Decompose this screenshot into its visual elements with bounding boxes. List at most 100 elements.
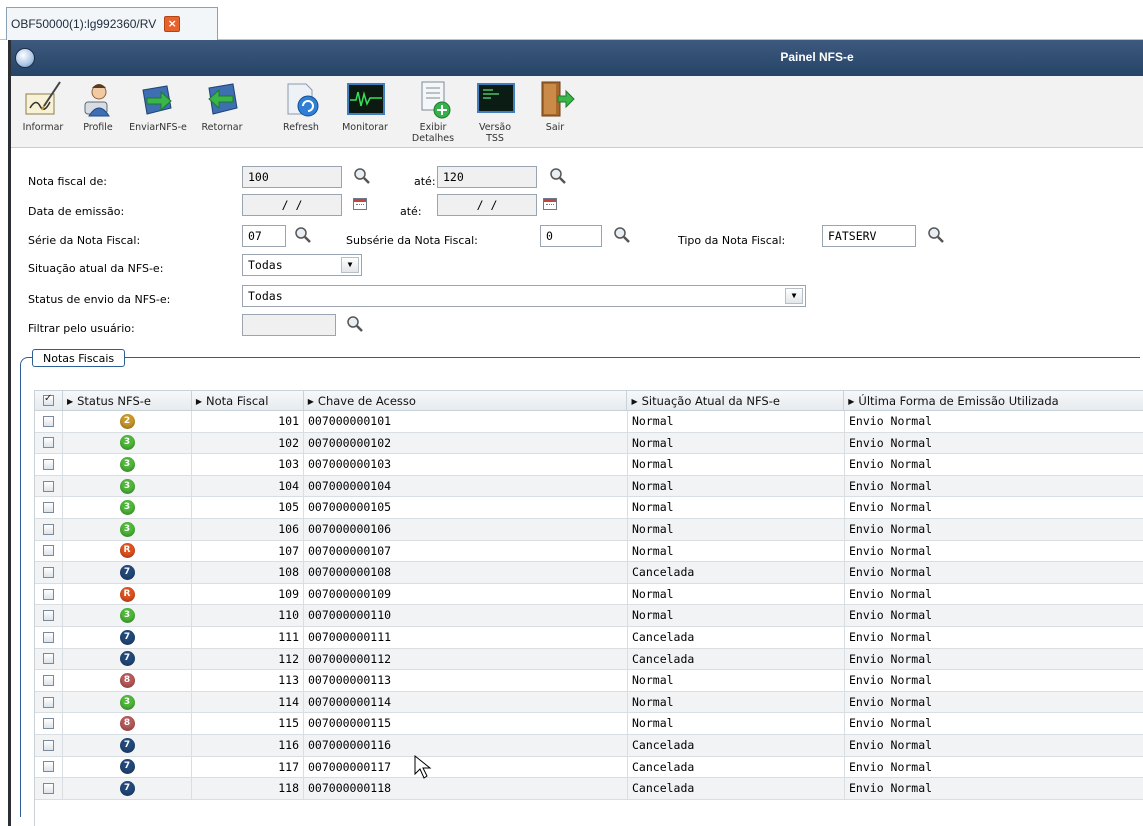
status-envio-select[interactable]: Todas ▼ xyxy=(242,285,806,307)
row-checkbox[interactable] xyxy=(43,782,54,794)
table-row[interactable]: R 109 007000000109 Normal Envio Normal xyxy=(35,583,1143,606)
row-select-cell[interactable] xyxy=(35,411,63,432)
situacao-cell: Cancelada xyxy=(628,756,845,778)
status-cell: 7 xyxy=(63,734,192,756)
status-cell: 7 xyxy=(63,778,192,799)
row-checkbox[interactable] xyxy=(43,761,54,773)
subserie-input[interactable]: 0 xyxy=(540,225,602,247)
row-checkbox[interactable] xyxy=(43,523,54,535)
search-icon[interactable] xyxy=(613,226,631,244)
search-icon[interactable] xyxy=(346,315,364,333)
row-checkbox[interactable] xyxy=(43,674,54,686)
row-checkbox[interactable] xyxy=(43,502,54,514)
row-select-cell[interactable] xyxy=(35,734,63,756)
nota-cell: 107 xyxy=(192,540,304,562)
col-status[interactable]: ▶ Status NFS-e xyxy=(63,391,192,410)
row-select-cell[interactable] xyxy=(35,756,63,778)
status-cell: 3 xyxy=(63,454,192,475)
status-cell: 3 xyxy=(63,475,192,497)
nota-cell: 116 xyxy=(192,734,304,756)
select-all-checkbox[interactable] xyxy=(42,393,54,406)
row-checkbox[interactable] xyxy=(43,545,54,557)
row-select-cell[interactable] xyxy=(35,454,63,475)
situacao-select[interactable]: Todas ▼ xyxy=(242,254,362,276)
row-select-cell[interactable] xyxy=(35,778,63,799)
table-row[interactable]: 3 106 007000000106 Normal Envio Normal xyxy=(35,518,1143,541)
calendar-icon[interactable] xyxy=(543,198,557,210)
usuario-input[interactable] xyxy=(242,314,336,336)
nota-fiscal-de-label: Nota fiscal de: xyxy=(28,175,107,188)
row-select-cell[interactable] xyxy=(35,648,63,670)
nota-fiscal-de-input[interactable]: 100 xyxy=(242,166,342,188)
row-checkbox[interactable] xyxy=(43,480,54,492)
row-checkbox[interactable] xyxy=(43,610,54,622)
table-row[interactable]: 7 111 007000000111 Cancelada Envio Normal xyxy=(35,626,1143,649)
tipo-input[interactable]: FATSERV xyxy=(822,225,916,247)
nota-cell: 111 xyxy=(192,626,304,648)
group-title: Notas Fiscais xyxy=(32,349,126,367)
search-icon[interactable] xyxy=(549,167,567,185)
table-row[interactable]: R 107 007000000107 Normal Envio Normal xyxy=(35,540,1143,563)
row-select-cell[interactable] xyxy=(35,562,63,583)
row-select-cell[interactable] xyxy=(35,583,63,605)
row-checkbox[interactable] xyxy=(43,653,54,665)
row-checkbox[interactable] xyxy=(43,718,54,730)
subserie-label: Subsérie da Nota Fiscal: xyxy=(346,234,478,247)
status-badge: 3 xyxy=(119,521,135,537)
situacao-cell: Cancelada xyxy=(628,626,845,648)
col-chave-acesso[interactable]: ▶ Chave de Acesso xyxy=(304,391,628,410)
situacao-value: Todas xyxy=(248,258,283,272)
sort-arrow-icon: ▶ xyxy=(195,397,203,406)
search-icon[interactable] xyxy=(927,226,945,244)
data-emissao-de-input[interactable]: / / xyxy=(242,194,342,216)
table-row[interactable]: 8 113 007000000113 Normal Envio Normal xyxy=(35,670,1143,692)
table-row[interactable]: 7 108 007000000108 Cancelada Envio Normal xyxy=(35,562,1143,584)
row-checkbox[interactable] xyxy=(43,739,54,751)
row-select-cell[interactable] xyxy=(35,540,63,562)
forma-cell: Envio Normal xyxy=(849,543,933,558)
table-row[interactable]: 2 101 007000000101 Normal Envio Normal xyxy=(35,411,1143,433)
row-select-cell[interactable] xyxy=(35,670,63,691)
table-row[interactable]: 7 116 007000000116 Cancelada Envio Normal xyxy=(35,734,1143,757)
row-checkbox[interactable] xyxy=(43,696,54,708)
table-row[interactable]: 3 114 007000000114 Normal Envio Normal xyxy=(35,691,1143,714)
search-icon[interactable] xyxy=(294,226,312,244)
table-row[interactable]: 7 112 007000000112 Cancelada Envio Normal xyxy=(35,648,1143,671)
row-checkbox[interactable] xyxy=(43,631,54,643)
row-checkbox[interactable] xyxy=(43,458,54,470)
data-emissao-ate-input[interactable]: / / xyxy=(437,194,537,216)
serie-input[interactable]: 07 xyxy=(242,225,286,247)
row-select-cell[interactable] xyxy=(35,475,63,497)
chevron-down-icon[interactable]: ▼ xyxy=(341,257,359,273)
search-icon[interactable] xyxy=(353,167,371,185)
row-select-cell[interactable] xyxy=(35,518,63,540)
table-row[interactable]: 7 118 007000000118 Cancelada Envio Normal xyxy=(35,778,1143,800)
row-select-cell[interactable] xyxy=(35,713,63,734)
chevron-down-icon[interactable]: ▼ xyxy=(785,288,803,304)
table-row[interactable]: 3 102 007000000102 Normal Envio Normal xyxy=(35,432,1143,455)
row-select-cell[interactable] xyxy=(35,432,63,454)
row-checkbox[interactable] xyxy=(43,588,54,600)
status-badge: 3 xyxy=(119,435,135,451)
table-row[interactable]: 8 115 007000000115 Normal Envio Normal xyxy=(35,713,1143,735)
forma-cell: Envio Normal xyxy=(849,694,933,709)
table-row[interactable]: 3 104 007000000104 Normal Envio Normal xyxy=(35,475,1143,498)
row-checkbox[interactable] xyxy=(43,437,54,449)
table-row[interactable]: 3 105 007000000105 Normal Envio Normal xyxy=(35,497,1143,519)
col-situacao[interactable]: ▶ Situação Atual da NFS-e xyxy=(627,391,845,410)
calendar-icon[interactable] xyxy=(353,198,367,210)
table-row[interactable]: 7 117 007000000117 Cancelada Envio Normal xyxy=(35,756,1143,779)
nota-fiscal-ate-input[interactable]: 120 xyxy=(437,166,537,188)
col-nota-fiscal[interactable]: ▶ Nota Fiscal xyxy=(192,391,304,410)
select-all-cell[interactable] xyxy=(35,391,63,410)
row-select-cell[interactable] xyxy=(35,497,63,518)
row-select-cell[interactable] xyxy=(35,691,63,713)
status-envio-value: Todas xyxy=(248,289,283,303)
table-row[interactable]: 3 110 007000000110 Normal Envio Normal xyxy=(35,605,1143,627)
col-forma-emissao[interactable]: ▶ Última Forma de Emissão Utilizada xyxy=(844,391,1143,410)
row-select-cell[interactable] xyxy=(35,605,63,626)
row-checkbox[interactable] xyxy=(43,566,54,578)
row-select-cell[interactable] xyxy=(35,626,63,648)
table-row[interactable]: 3 103 007000000103 Normal Envio Normal xyxy=(35,454,1143,476)
row-checkbox[interactable] xyxy=(43,415,54,427)
